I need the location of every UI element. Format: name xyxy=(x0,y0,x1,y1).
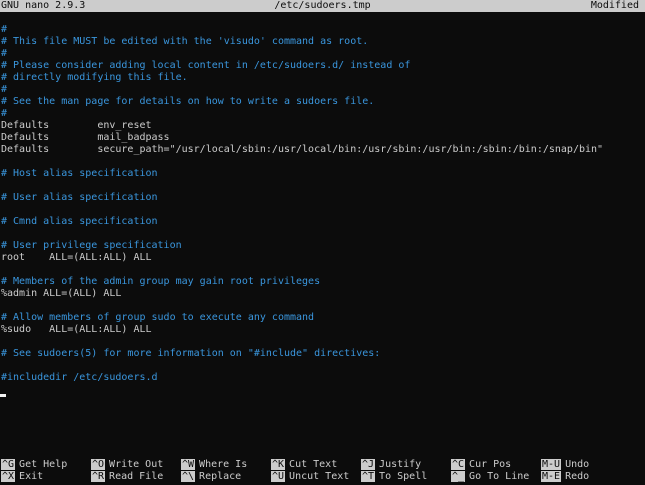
comment-line: # xyxy=(1,84,8,95)
shortcut-key: ^T xyxy=(361,471,376,482)
shortcut-label: Exit xyxy=(19,471,44,482)
config-line: %sudo ALL=(ALL:ALL) ALL xyxy=(1,324,152,335)
nano-titlebar: GNU nano 2.9.3 /etc/sudoers.tmp Modified xyxy=(0,0,645,12)
shortcut-key: ^J xyxy=(361,459,376,470)
comment-line: # Allow members of group sudo to execute… xyxy=(1,312,315,323)
config-line xyxy=(1,228,645,240)
comment-line: # Please consider adding local content i… xyxy=(1,60,411,71)
shortcut-row1-5[interactable]: ^C Cur Pos xyxy=(451,459,511,471)
shortcut-key: ^\ xyxy=(181,471,196,482)
comment-line: # Members of the admin group may gain ro… xyxy=(1,276,321,287)
file-name: /etc/sudoers.tmp xyxy=(274,0,371,11)
comment-line: # Cmnd alias specification xyxy=(1,216,158,227)
shortcut-key: ^C xyxy=(451,459,466,470)
comment-line: # xyxy=(1,108,8,119)
comment-line: #includedir /etc/sudoers.d xyxy=(1,372,158,383)
shortcut-label: Cut Text xyxy=(289,459,338,470)
shortcut-row2-0[interactable]: ^X Exit xyxy=(1,471,43,483)
shortcut-key: ^W xyxy=(181,459,196,470)
shortcut-key: ^_ xyxy=(451,471,466,482)
config-line xyxy=(1,360,645,372)
shortcut-key: ^U xyxy=(271,471,286,482)
shortcut-row2-3[interactable]: ^U Uncut Text xyxy=(271,471,349,483)
config-line xyxy=(1,300,645,312)
shortcut-label: Justify xyxy=(379,459,422,470)
config-line: %admin ALL=(ALL) ALL xyxy=(1,288,122,299)
shortcut-label: Where Is xyxy=(199,459,248,470)
shortcut-key: M-U xyxy=(541,459,562,470)
shortcut-key: ^R xyxy=(91,471,106,482)
shortcut-key: ^O xyxy=(91,459,106,470)
shortcut-key: ^X xyxy=(1,471,16,482)
shortcut-row1-3[interactable]: ^K Cut Text xyxy=(271,459,337,471)
config-line: Defaults mail_badpass xyxy=(1,132,170,143)
shortcut-label: Read File xyxy=(109,471,164,482)
shortcut-row2-6[interactable]: M-E Redo xyxy=(541,471,589,483)
comment-line: # xyxy=(1,24,8,35)
shortcut-row-1: ^G Get Help ^O Write Out ^W Where Is ^K Cut Tex… xyxy=(0,459,645,471)
shortcut-bar: ^G Get Help ^O Write Out ^W Where Is ^K Cut Tex… xyxy=(0,459,645,483)
editor-text-area[interactable]: # # This file MUST be edited with the 'vi… xyxy=(1,24,645,384)
config-line: root ALL=(ALL:ALL) ALL xyxy=(1,252,152,263)
shortcut-label: Redo xyxy=(565,471,590,482)
comment-line: # User privilege specification xyxy=(1,240,182,251)
comment-line: # directly modifying this file. xyxy=(1,72,188,83)
shortcut-row2-4[interactable]: ^T To Spell xyxy=(361,471,427,483)
shortcut-label: To Spell xyxy=(379,471,428,482)
shortcut-key: ^G xyxy=(1,459,16,470)
shortcut-label: Uncut Text xyxy=(289,471,350,482)
comment-line: # Host alias specification xyxy=(1,168,158,179)
shortcut-label: Get Help xyxy=(19,459,68,470)
shortcut-row2-1[interactable]: ^R Read File xyxy=(91,471,163,483)
shortcut-label: Undo xyxy=(565,459,590,470)
config-line: Defaults env_reset xyxy=(1,120,152,131)
config-line xyxy=(1,336,645,348)
shortcut-row1-1[interactable]: ^O Write Out xyxy=(91,459,163,471)
shortcut-row-2: ^X Exit ^R Read File ^\ Replace ^U Uncut Text ^T… xyxy=(0,471,645,483)
config-line xyxy=(1,204,645,216)
shortcut-label: Replace xyxy=(199,471,242,482)
config-line xyxy=(1,264,645,276)
shortcut-key: M-E xyxy=(541,471,562,482)
comment-line: # See sudoers(5) for more information on… xyxy=(1,348,381,359)
terminal-window: GNU nano 2.9.3 /etc/sudoers.tmp Modified… xyxy=(0,0,645,485)
config-line xyxy=(1,156,645,168)
modified-status: Modified xyxy=(590,0,639,11)
config-line: Defaults secure_path="/usr/local/sbin:/u… xyxy=(1,144,604,155)
shortcut-label: Cur Pos xyxy=(469,459,512,470)
config-line xyxy=(1,180,645,192)
shortcut-row1-0[interactable]: ^G Get Help xyxy=(1,459,67,471)
shortcut-row1-4[interactable]: ^J Justify xyxy=(361,459,421,471)
shortcut-row1-6[interactable]: M-U Undo xyxy=(541,459,589,471)
comment-line: # xyxy=(1,48,8,59)
shortcut-row2-2[interactable]: ^\ Replace xyxy=(181,471,241,483)
shortcut-label: Write Out xyxy=(109,459,164,470)
shortcut-label: Go To Line xyxy=(469,471,530,482)
shortcut-row2-5[interactable]: ^_ Go To Line xyxy=(451,471,529,483)
text-cursor xyxy=(0,394,6,397)
shortcut-key: ^K xyxy=(271,459,286,470)
shortcut-row1-2[interactable]: ^W Where Is xyxy=(181,459,247,471)
comment-line: # This file MUST be edited with the 'vis… xyxy=(1,36,369,47)
comment-line: # See the man page for details on how to… xyxy=(1,96,375,107)
comment-line: # User alias specification xyxy=(1,192,158,203)
